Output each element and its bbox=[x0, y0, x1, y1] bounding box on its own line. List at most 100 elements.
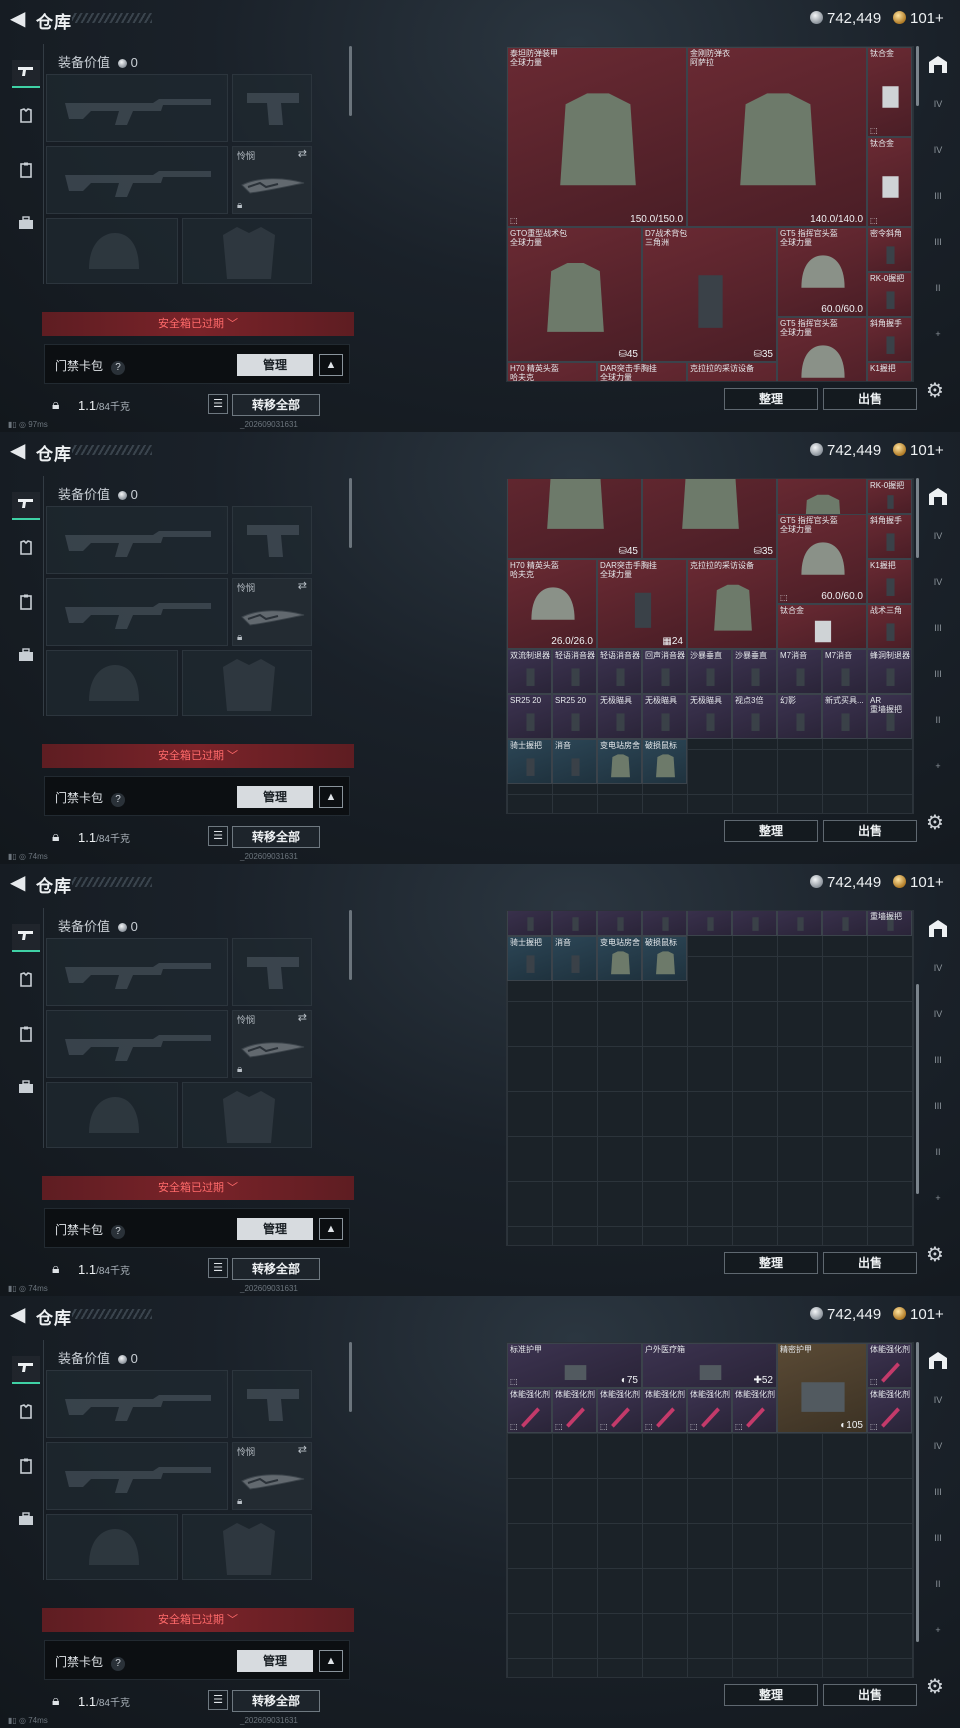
list-icon[interactable]: ☰ bbox=[208, 1690, 228, 1710]
primary-weapon-slot[interactable] bbox=[46, 938, 228, 1006]
inventory-item[interactable]: 无极瞄具 bbox=[597, 694, 642, 739]
manage-button[interactable]: 管理 bbox=[237, 354, 313, 376]
helmet-slot[interactable] bbox=[46, 218, 178, 284]
warehouse-home-icon[interactable] bbox=[924, 54, 952, 82]
inventory-item[interactable]: AR 重墙握把 bbox=[867, 911, 912, 936]
inventory-item[interactable]: 克拉拉的采访设备 bbox=[687, 559, 777, 649]
warehouse-tier-icon[interactable]: IV bbox=[924, 1000, 952, 1028]
help-icon[interactable]: ? bbox=[111, 1225, 126, 1239]
clipboard-tab-icon[interactable] bbox=[12, 592, 40, 620]
weapon-tab-icon[interactable] bbox=[12, 1356, 40, 1384]
inventory-item[interactable]: ⛁35 bbox=[642, 479, 777, 559]
warehouse-inventory-grid[interactable]: ⛁45 ⛁35 60.0/60.0 RK-0握把 GT5 指挥官头盔 全球力量 60.0/… bbox=[506, 478, 914, 814]
chevron-up-icon[interactable]: ▲ bbox=[319, 1218, 343, 1240]
inventory-item[interactable]: DAR突击手胸挂 全球力量 bbox=[597, 362, 687, 381]
warehouse-tier-icon[interactable]: II bbox=[924, 706, 952, 734]
inventory-item[interactable]: 精密护甲 ◐105 bbox=[777, 1343, 867, 1433]
inventory-item[interactable]: 消音 bbox=[552, 739, 597, 784]
helmet-slot[interactable] bbox=[46, 1514, 178, 1580]
inventory-item[interactable]: 克拉拉的采访设备 bbox=[687, 362, 777, 381]
warehouse-tier-icon[interactable]: IV bbox=[924, 522, 952, 550]
inventory-item[interactable]: 破损鼠标 bbox=[642, 739, 687, 784]
warehouse-inventory-grid[interactable]: 泰坦防弹装甲 全球力量 150.0/150.0 ⬚ 金刚防弹衣 阿萨拉 140.0/14… bbox=[506, 46, 914, 382]
warehouse-tier-icon[interactable]: IV bbox=[924, 954, 952, 982]
inventory-item[interactable]: SR25 20 bbox=[507, 694, 552, 739]
inventory-item[interactable]: 金刚防弹衣 阿萨拉 140.0/140.0 bbox=[687, 47, 867, 227]
toolbox-tab-icon[interactable] bbox=[12, 212, 40, 240]
sort-button[interactable]: 整理 bbox=[724, 820, 818, 842]
inventory-item[interactable]: SR25 20 bbox=[552, 911, 597, 936]
inventory-item[interactable]: 沙暴垂直 bbox=[732, 649, 777, 694]
armor-tab-icon[interactable] bbox=[12, 1402, 40, 1430]
inventory-item[interactable]: 战术三角 bbox=[867, 604, 912, 649]
toolbox-tab-icon[interactable] bbox=[12, 644, 40, 672]
warehouse-tier-icon[interactable]: III bbox=[924, 1478, 952, 1506]
warehouse-tier-icon[interactable]: III bbox=[924, 1046, 952, 1074]
melee-slot[interactable]: 怜悯 ⇄ 🔒︎ bbox=[232, 146, 312, 214]
inventory-item[interactable]: GTO重型战术包 全球力量 ⛁45 bbox=[507, 227, 642, 362]
transfer-all-button[interactable]: 转移全部 bbox=[232, 394, 320, 416]
settings-gear-icon[interactable]: ⚙ bbox=[926, 378, 944, 403]
inventory-item[interactable]: 体能强化剂 ⬚ bbox=[552, 1388, 597, 1433]
inventory-item[interactable]: 幻影 bbox=[777, 694, 822, 739]
safebox-expired-banner[interactable]: 安全箱已过期 ﹀ bbox=[42, 312, 354, 336]
inventory-item[interactable]: K1握把 bbox=[867, 559, 912, 604]
inventory-item[interactable]: 变电站房舍 bbox=[597, 739, 642, 784]
inventory-item[interactable]: 新式买具... bbox=[822, 694, 867, 739]
add-warehouse-icon[interactable]: + bbox=[924, 752, 952, 780]
gold-currency[interactable]: 101+ bbox=[893, 874, 944, 891]
warehouse-tier-icon[interactable]: IV bbox=[924, 1432, 952, 1460]
inventory-item[interactable]: 钛合金 ⬚ bbox=[867, 137, 912, 227]
inventory-item[interactable]: RK-0握把 bbox=[867, 479, 912, 514]
help-icon[interactable]: ? bbox=[111, 1657, 126, 1671]
warehouse-tier-icon[interactable]: IV bbox=[924, 90, 952, 118]
settings-gear-icon[interactable]: ⚙ bbox=[926, 810, 944, 835]
manage-button[interactable]: 管理 bbox=[237, 1650, 313, 1672]
secondary-weapon-slot[interactable] bbox=[46, 1442, 228, 1510]
chevron-up-icon[interactable]: ▲ bbox=[319, 354, 343, 376]
equipment-scrollbar[interactable] bbox=[349, 478, 352, 548]
inventory-item[interactable]: GT5 指挥官头盔 全球力量 bbox=[777, 317, 867, 381]
back-arrow-icon[interactable]: ◀ bbox=[10, 9, 26, 29]
inventory-item[interactable]: 轻语消音器 bbox=[597, 649, 642, 694]
clipboard-tab-icon[interactable] bbox=[12, 160, 40, 188]
equipment-scrollbar[interactable] bbox=[349, 910, 352, 980]
inventory-item[interactable]: 无极瞄具 bbox=[687, 911, 732, 936]
inventory-item[interactable]: 骑士握把 bbox=[507, 936, 552, 981]
back-arrow-icon[interactable]: ◀ bbox=[10, 1305, 26, 1325]
inventory-item[interactable]: 标准护甲 ◐75 ⬚ bbox=[507, 1343, 642, 1388]
body-armor-slot[interactable] bbox=[182, 1514, 312, 1580]
inventory-item[interactable]: H70 精英头盔 哈夫克 bbox=[507, 362, 597, 381]
sort-button[interactable]: 整理 bbox=[724, 388, 818, 410]
settings-gear-icon[interactable]: ⚙ bbox=[926, 1242, 944, 1267]
inventory-item[interactable]: 体能强化剂 ⬚ bbox=[867, 1343, 912, 1388]
inventory-item[interactable]: 体能强化剂 ⬚ bbox=[597, 1388, 642, 1433]
warehouse-home-icon[interactable] bbox=[924, 918, 952, 946]
warehouse-tier-icon[interactable]: IV bbox=[924, 568, 952, 596]
inventory-item[interactable]: 体能强化剂 ⬚ bbox=[687, 1388, 732, 1433]
inventory-item[interactable]: AR 重墙握把 bbox=[867, 694, 912, 739]
inventory-item[interactable]: GT5 指挥官头盔 全球力量 60.0/60.0 bbox=[777, 227, 867, 317]
body-armor-slot[interactable] bbox=[182, 1082, 312, 1148]
pistol-slot[interactable] bbox=[232, 1370, 312, 1438]
warehouse-tier-icon[interactable]: III bbox=[924, 228, 952, 256]
swap-icon[interactable]: ⇄ bbox=[298, 1011, 307, 1024]
help-icon[interactable]: ? bbox=[111, 793, 126, 807]
add-warehouse-icon[interactable]: + bbox=[924, 1184, 952, 1212]
list-icon[interactable]: ☰ bbox=[208, 394, 228, 414]
gold-currency[interactable]: 101+ bbox=[893, 442, 944, 459]
sell-button[interactable]: 出售 bbox=[823, 388, 917, 410]
warehouse-tier-icon[interactable]: III bbox=[924, 182, 952, 210]
helmet-slot[interactable] bbox=[46, 650, 178, 716]
inventory-item[interactable]: D7战术背包 三角洲 ⛁35 bbox=[642, 227, 777, 362]
inventory-scrollbar[interactable] bbox=[916, 46, 919, 106]
chevron-up-icon[interactable]: ▲ bbox=[319, 1650, 343, 1672]
warehouse-tier-icon[interactable]: III bbox=[924, 614, 952, 642]
list-icon[interactable]: ☰ bbox=[208, 826, 228, 846]
melee-slot[interactable]: 怜悯 ⇄ 🔒︎ bbox=[232, 1010, 312, 1078]
safebox-expired-banner[interactable]: 安全箱已过期 ﹀ bbox=[42, 1608, 354, 1632]
transfer-all-button[interactable]: 转移全部 bbox=[232, 1690, 320, 1712]
clipboard-tab-icon[interactable] bbox=[12, 1456, 40, 1484]
manage-button[interactable]: 管理 bbox=[237, 1218, 313, 1240]
back-arrow-icon[interactable]: ◀ bbox=[10, 441, 26, 461]
